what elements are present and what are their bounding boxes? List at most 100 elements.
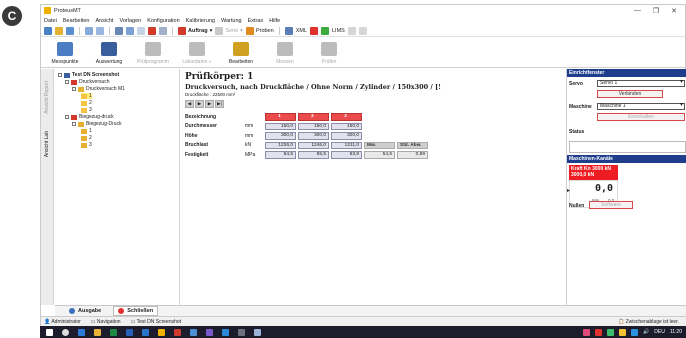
- menu-hilfe[interactable]: Hilfe: [269, 18, 280, 24]
- col-header-1[interactable]: 1: [265, 113, 296, 121]
- windows-start-icon[interactable]: [46, 328, 53, 336]
- tree-item-b3[interactable]: 3: [81, 142, 92, 148]
- search-icon[interactable]: [159, 26, 167, 35]
- value-cell[interactable]: 300,0: [331, 132, 362, 140]
- menu-bearbeiten[interactable]: Bearbeiten: [63, 18, 90, 24]
- flag-green-icon[interactable]: [321, 26, 329, 35]
- tree-item-b1[interactable]: 1: [81, 128, 92, 134]
- print-icon[interactable]: [85, 26, 93, 35]
- verbinden-button[interactable]: Verbinden: [597, 90, 663, 98]
- minimize-icon[interactable]: —: [634, 7, 641, 15]
- flag-red-icon[interactable]: [310, 26, 318, 35]
- menu-konfiguration[interactable]: Konfiguration: [147, 18, 179, 24]
- clock[interactable]: 11:20: [670, 329, 682, 335]
- value-cell[interactable]: 53,8: [331, 151, 362, 159]
- ribbon-button-auswertung[interactable]: Auswertung: [89, 38, 129, 67]
- value-cell[interactable]: 150,0: [298, 122, 329, 130]
- cut-icon[interactable]: [115, 26, 123, 35]
- nav-last-button[interactable]: ▶|: [215, 100, 224, 108]
- serie-button[interactable]: Serie ▾: [215, 26, 243, 35]
- tree-biegezug-druck[interactable]: Biegezug-Druck: [72, 121, 122, 127]
- tray-icon[interactable]: [619, 328, 627, 336]
- value-cell[interactable]: 54,5: [265, 151, 296, 159]
- tray-icon[interactable]: [583, 328, 591, 336]
- app-icon[interactable]: [190, 328, 197, 336]
- delete-icon[interactable]: [148, 26, 156, 35]
- xml-button[interactable]: XML: [296, 28, 307, 34]
- nav-forward-button[interactable]: ▶: [205, 100, 214, 108]
- navigation-status[interactable]: ▭ Navigation: [91, 319, 121, 325]
- edge-icon[interactable]: [78, 328, 85, 336]
- expand-arrow-icon[interactable]: ▸: [567, 187, 570, 194]
- col-header-2[interactable]: 2: [298, 113, 329, 121]
- tray-icon[interactable]: [607, 328, 615, 336]
- value-cell[interactable]: 150,0: [331, 122, 362, 130]
- tree-item-b2[interactable]: 2: [81, 135, 92, 141]
- excel-icon[interactable]: [110, 328, 117, 336]
- tree-druckversuch[interactable]: Druckversuch: [65, 79, 110, 85]
- ribbon-button-messpunkte[interactable]: Messpunkte: [45, 38, 85, 67]
- lims-in-icon[interactable]: [347, 26, 356, 35]
- tray-icon[interactable]: [631, 328, 639, 336]
- browser-icon[interactable]: [222, 328, 229, 336]
- menu-wartung[interactable]: Wartung: [221, 18, 242, 24]
- value-cell[interactable]: 1211,0: [331, 141, 362, 149]
- menu-kalibrierung[interactable]: Kalibrierung: [186, 18, 215, 24]
- copy-icon[interactable]: [126, 26, 134, 35]
- tool-icon[interactable]: [254, 328, 261, 336]
- channel-badge[interactable]: Kraft Kn 3000 kN 3000,0 kN: [569, 165, 618, 180]
- ansicht-report-tab[interactable]: Ansicht Report: [44, 81, 50, 114]
- value-cell[interactable]: 1246,0: [298, 141, 329, 149]
- value-cell[interactable]: 300,0: [298, 132, 329, 140]
- menu-vorlagen[interactable]: Vorlagen: [120, 18, 142, 24]
- ribbon-button-messen[interactable]: Messen: [265, 38, 305, 67]
- nav-prev-button[interactable]: ◀: [185, 100, 194, 108]
- outlook-icon[interactable]: [142, 328, 149, 336]
- save-icon[interactable]: [66, 26, 74, 35]
- maschine-select[interactable]: Maschine 1: [597, 103, 685, 110]
- tree-item-1[interactable]: 1: [81, 93, 92, 99]
- schliessen-tab[interactable]: Schließen: [113, 306, 159, 316]
- powerpoint-icon[interactable]: [174, 328, 181, 336]
- software-button[interactable]: Software: [589, 201, 633, 209]
- nav-next-button[interactable]: ▶: [195, 100, 204, 108]
- teams-icon[interactable]: [206, 328, 213, 336]
- volume-icon[interactable]: 🔊: [643, 329, 649, 335]
- tree-biegezug[interactable]: Biegezug-druck: [65, 114, 114, 120]
- ausgabe-tab[interactable]: Ausgabe: [65, 307, 105, 315]
- value-cell[interactable]: 55,5: [298, 151, 329, 159]
- value-cell[interactable]: 150,0: [265, 122, 296, 130]
- export-icon[interactable]: [284, 26, 293, 35]
- menu-ansicht[interactable]: Ansicht: [95, 18, 113, 24]
- menu-datei[interactable]: Datei: [44, 18, 57, 24]
- menu-extras[interactable]: Extras: [248, 18, 264, 24]
- terminal-icon[interactable]: [238, 328, 245, 336]
- paste-icon[interactable]: [137, 26, 145, 35]
- new-icon[interactable]: [44, 26, 52, 35]
- preview-icon[interactable]: [96, 26, 104, 35]
- proben-button[interactable]: Proben: [245, 26, 274, 35]
- lims-button[interactable]: LIMS: [332, 28, 345, 34]
- close-icon[interactable]: ✕: [671, 7, 677, 15]
- proteus-icon[interactable]: [158, 328, 165, 336]
- auftrag-button[interactable]: Auftrag ▾: [178, 26, 212, 35]
- word-icon[interactable]: [126, 328, 133, 336]
- tree-root[interactable]: Test DN Screenshot: [58, 72, 119, 78]
- search-icon[interactable]: [62, 328, 69, 336]
- value-cell[interactable]: 1226,0: [265, 141, 296, 149]
- col-header-3[interactable]: 3: [331, 113, 362, 121]
- ansicht-lab-tab[interactable]: Ansicht Lab: [44, 131, 50, 157]
- ribbon-button-prüfprogramm[interactable]: Prüfprogramm: [133, 38, 173, 67]
- lims-out-icon[interactable]: [358, 26, 367, 35]
- ribbon-button-lakordaten[interactable]: Lakordaten »: [177, 38, 217, 67]
- ribbon-button-bearbeiten[interactable]: Bearbeiten: [221, 38, 261, 67]
- value-cell[interactable]: 300,0: [265, 132, 296, 140]
- tray-icon[interactable]: [595, 328, 603, 336]
- tree-item-2[interactable]: 2: [81, 100, 92, 106]
- language-indicator[interactable]: DEU: [654, 329, 665, 335]
- restore-icon[interactable]: ❐: [653, 7, 659, 15]
- explorer-icon[interactable]: [94, 328, 101, 336]
- tree-druckversuch-m1[interactable]: Druckversuch M1: [72, 86, 125, 92]
- open-icon[interactable]: [55, 26, 63, 35]
- servo-select[interactable]: Servo 1: [597, 80, 685, 87]
